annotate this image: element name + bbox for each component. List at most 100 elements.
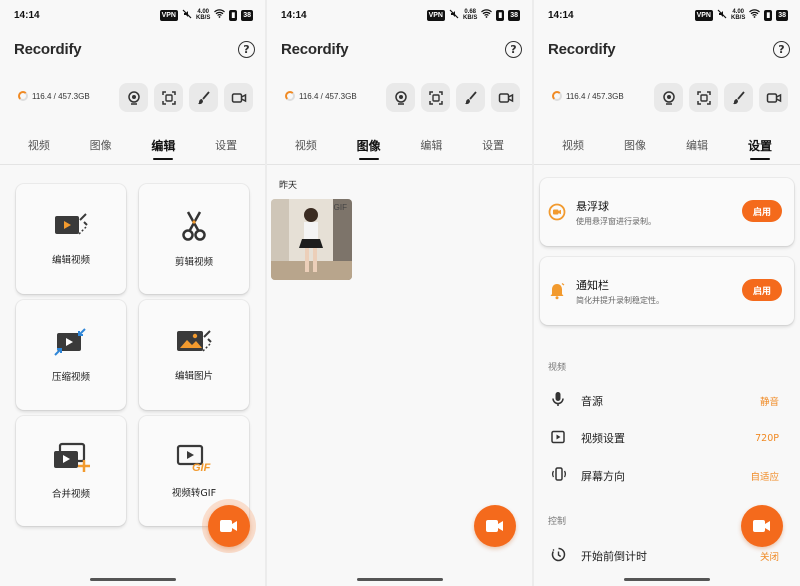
network-speed: 4.00 KB/S — [731, 9, 745, 21]
tab-image[interactable]: 图像 — [357, 137, 381, 160]
cut-video-card[interactable]: 剪辑视频 — [139, 184, 249, 294]
vpn-icon: VPN — [694, 9, 713, 21]
notification-bar-enable-button[interactable]: 启用 — [742, 279, 782, 301]
record-fab[interactable] — [474, 505, 516, 547]
tab-settings[interactable]: 设置 — [482, 137, 504, 158]
gif-thumbnail[interactable]: GIF — [271, 199, 352, 280]
date-group-label: 昨天 — [279, 181, 298, 191]
edit-tools-grid: 编辑视频 剪辑视频 压缩视频 编辑图片 合并视频 GIF 视频转GIF — [16, 184, 249, 526]
webcam-icon — [662, 90, 675, 105]
merge-video-label: 合并视频 — [51, 489, 90, 500]
edit-image-card[interactable]: 编辑图片 — [139, 300, 249, 410]
video-camera-icon — [766, 92, 781, 103]
record-fab-halo — [202, 499, 256, 553]
record-fab[interactable] — [741, 505, 783, 547]
merge-video-icon — [54, 442, 90, 472]
audio-source-row[interactable]: 音源 静音 — [534, 391, 800, 411]
screen-orientation-row[interactable]: 屏幕方向 自适应 — [534, 466, 800, 486]
brush-icon — [197, 90, 210, 104]
webcam-button[interactable] — [119, 83, 148, 112]
tab-video[interactable]: 视频 — [562, 137, 584, 158]
video-settings-value: 720P — [755, 432, 779, 444]
home-indicator[interactable] — [89, 578, 176, 581]
brush-button[interactable] — [456, 83, 485, 112]
tab-settings[interactable]: 设置 — [215, 137, 237, 158]
edit-video-icon — [55, 213, 88, 235]
status-bar: 14:14 VPN 4.00 KB/S ▮ 38 — [548, 8, 788, 22]
video-settings-row[interactable]: 视频设置 720P — [534, 428, 800, 448]
record-video-button[interactable] — [224, 83, 253, 112]
status-icons: VPN 4.00 KB/S ▮ 38 — [694, 9, 788, 22]
video-camera-icon — [753, 520, 770, 532]
audio-source-label: 音源 — [581, 395, 603, 408]
countdown-label: 开始前倒计时 — [581, 550, 647, 563]
compress-video-icon — [54, 328, 86, 356]
status-icons: VPN 0.68 KB/S ▮ 38 — [426, 9, 520, 22]
notification-bar-desc: 简化并提升录制稳定性。 — [576, 296, 664, 305]
speed-unit: KB/S — [196, 15, 211, 21]
screenshot-icon — [428, 90, 443, 105]
screenshot-button[interactable] — [154, 83, 183, 112]
app-title: Recordify — [548, 41, 616, 58]
edit-video-label: 编辑视频 — [51, 255, 90, 266]
floating-ball-enable-button[interactable]: 启用 — [742, 200, 782, 222]
video-camera-icon — [231, 92, 246, 103]
storage-indicator: 116.4 / 457.3GB — [285, 91, 357, 101]
screenshot-button[interactable] — [689, 83, 718, 112]
storage-text: 116.4 / 457.3GB — [566, 91, 624, 101]
notification-bar-title: 通知栏 — [576, 279, 609, 292]
mute-icon — [717, 9, 727, 22]
gif-badge: GIF — [333, 203, 347, 212]
audio-source-value: 静音 — [759, 397, 779, 408]
tab-bar: 视频 图像 编辑 设置 — [267, 137, 532, 160]
record-video-button[interactable] — [491, 83, 520, 112]
tab-image[interactable]: 图像 — [624, 137, 646, 158]
video-camera-icon — [486, 520, 503, 532]
webcam-button[interactable] — [654, 83, 683, 112]
help-icon[interactable]: ? — [505, 41, 522, 58]
notification-bar-card: 通知栏 简化并提升录制稳定性。 启用 — [540, 257, 794, 325]
compress-video-card[interactable]: 压缩视频 — [16, 300, 126, 410]
video-to-gif-icon: GIF — [176, 444, 211, 473]
status-icons: VPN 4.00 KB/S ▮ 38 — [159, 9, 253, 22]
record-video-button[interactable] — [759, 83, 788, 112]
screenshot-button[interactable] — [421, 83, 450, 112]
edit-video-card[interactable]: 编辑视频 — [16, 184, 126, 294]
edit-image-icon — [177, 330, 212, 352]
floating-ball-title: 悬浮球 — [576, 200, 609, 213]
floating-ball-desc: 使用悬浮窗进行录制。 — [576, 217, 656, 226]
sim-icon: ▮ — [496, 9, 505, 21]
cut-video-label: 剪辑视频 — [174, 257, 213, 268]
tab-image[interactable]: 图像 — [90, 137, 112, 158]
tab-edit[interactable]: 编辑 — [151, 137, 175, 160]
tab-edit[interactable]: 编辑 — [686, 137, 708, 158]
toolbar — [654, 83, 788, 112]
webcam-button[interactable] — [386, 83, 415, 112]
network-speed: 4.00 KB/S — [196, 9, 210, 21]
brush-button[interactable] — [189, 83, 218, 112]
control-section-header: 控制 — [548, 517, 567, 527]
help-icon[interactable]: ? — [238, 41, 255, 58]
tab-settings[interactable]: 设置 — [748, 137, 772, 160]
home-indicator[interactable] — [624, 578, 710, 581]
svg-text:GIF: GIF — [192, 462, 211, 473]
tab-bar: 视频 图像 编辑 设置 — [0, 137, 265, 160]
storage-indicator: 116.4 / 457.3GB — [18, 91, 90, 101]
edit-image-label: 编辑图片 — [174, 371, 213, 382]
video-to-gif-label: 视频转GIF — [171, 488, 217, 499]
brush-icon — [464, 90, 477, 104]
brush-icon — [732, 90, 745, 104]
app-title: Recordify — [14, 41, 82, 58]
status-bar: 14:14 VPN 0.68 KB/S ▮ 38 — [281, 8, 520, 22]
network-speed: 0.68 KB/S — [463, 9, 477, 21]
tab-video[interactable]: 视频 — [28, 137, 50, 158]
tab-edit[interactable]: 编辑 — [420, 137, 442, 158]
toolbar — [386, 83, 520, 112]
merge-video-card[interactable]: 合并视频 — [16, 416, 126, 526]
help-icon[interactable]: ? — [773, 41, 790, 58]
brush-button[interactable] — [724, 83, 753, 112]
home-indicator[interactable] — [356, 578, 443, 581]
record-fab[interactable] — [208, 505, 250, 547]
wifi-icon — [214, 9, 226, 21]
tab-video[interactable]: 视频 — [295, 137, 317, 158]
